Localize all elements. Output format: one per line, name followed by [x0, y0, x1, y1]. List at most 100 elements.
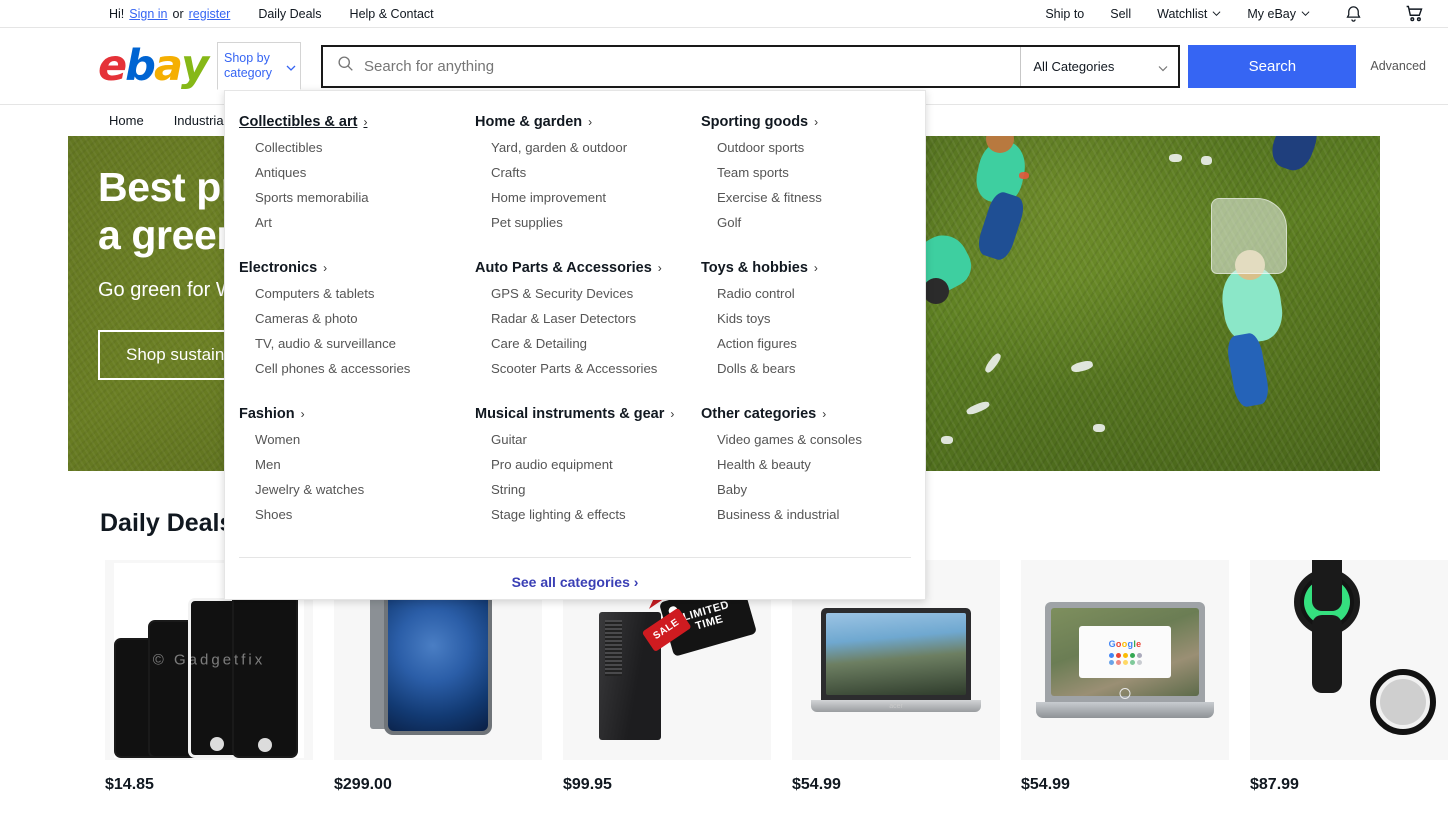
flyout-item[interactable]: Antiques	[239, 160, 475, 185]
flyout-item[interactable]: Video games & consoles	[701, 427, 941, 452]
deal-price: $54.99	[1021, 776, 1070, 793]
flyout-item[interactable]: Care & Detailing	[475, 331, 701, 356]
acer-brand-label: acer	[889, 703, 903, 710]
flyout-list: Collectibles Antiques Sports memorabilia…	[239, 135, 475, 235]
utility-bar-right: Ship to Sell Watchlist My eBay	[1045, 3, 1426, 24]
help-contact-link[interactable]: Help & Contact	[350, 7, 434, 21]
flyout-heading-musical-instruments[interactable]: Musical instruments & gear ›	[475, 406, 674, 422]
flyout-item[interactable]: String	[475, 477, 701, 502]
flyout-list: Video games & consoles Health & beauty B…	[701, 427, 941, 527]
flyout-group-toys-hobbies: Toys & hobbies › Radio control Kids toys…	[701, 259, 941, 381]
flyout-item[interactable]: GPS & Security Devices	[475, 281, 701, 306]
see-all-categories-link[interactable]: See all categories ›	[512, 574, 639, 590]
sell-link[interactable]: Sell	[1110, 7, 1131, 21]
deal-price: $299.00	[334, 776, 392, 793]
flyout-heading-label: Auto Parts & Accessories	[475, 260, 652, 276]
chevron-right-icon: ›	[813, 261, 818, 275]
chevron-right-icon: ›	[323, 261, 328, 275]
my-ebay-menu[interactable]: My eBay	[1247, 7, 1310, 21]
litter-item	[1169, 154, 1182, 162]
flyout-item[interactable]: Men	[239, 452, 475, 477]
deal-price: $54.99	[792, 776, 841, 793]
flyout-item[interactable]: Team sports	[701, 160, 941, 185]
chevron-down-icon	[285, 62, 296, 71]
category-dropdown[interactable]: All Categories	[1020, 46, 1178, 86]
flyout-item[interactable]: Action figures	[701, 331, 941, 356]
google-logo-text: Google	[1108, 638, 1142, 649]
flyout-item[interactable]: Dolls & bears	[701, 356, 941, 381]
flyout-item[interactable]: Scooter Parts & Accessories	[475, 356, 701, 381]
search-button[interactable]: Search	[1188, 44, 1357, 88]
search-input[interactable]	[364, 57, 1021, 75]
flyout-item[interactable]: Baby	[701, 477, 941, 502]
daily-deals-link[interactable]: Daily Deals	[258, 7, 321, 21]
flyout-column-3: Sporting goods › Outdoor sports Team spo…	[701, 113, 941, 551]
flyout-item[interactable]: Cameras & photo	[239, 306, 475, 331]
litter-item	[1019, 172, 1029, 179]
flyout-item[interactable]: Home improvement	[475, 185, 701, 210]
sign-in-link[interactable]: Sign in	[129, 7, 167, 21]
flyout-item[interactable]: Crafts	[475, 160, 701, 185]
flyout-item[interactable]: Kids toys	[701, 306, 941, 331]
logo-letter-a: a	[153, 40, 183, 91]
cart-icon[interactable]	[1403, 3, 1426, 24]
search-field[interactable]	[323, 47, 1021, 86]
flyout-item[interactable]: Jewelry & watches	[239, 477, 475, 502]
flyout-heading-home-garden[interactable]: Home & garden ›	[475, 114, 592, 130]
flyout-item[interactable]: Exercise & fitness	[701, 185, 941, 210]
flyout-heading-auto-parts[interactable]: Auto Parts & Accessories ›	[475, 260, 662, 276]
flyout-item[interactable]: Health & beauty	[701, 452, 941, 477]
product-image-hp-chromebook[interactable]: Google	[1021, 560, 1229, 760]
nav-item-home[interactable]: Home	[109, 113, 144, 128]
flyout-item[interactable]: Cell phones & accessories	[239, 356, 475, 381]
register-link[interactable]: register	[189, 7, 231, 21]
flyout-list: Yard, garden & outdoor Crafts Home impro…	[475, 135, 701, 235]
flyout-heading-label: Musical instruments & gear	[475, 406, 665, 422]
flyout-group-other-categories: Other categories › Video games & console…	[701, 405, 941, 527]
bell-icon[interactable]	[1344, 4, 1363, 24]
flyout-heading-toys-hobbies[interactable]: Toys & hobbies ›	[701, 260, 818, 276]
flyout-list: Computers & tablets Cameras & photo TV, …	[239, 281, 475, 381]
flyout-item[interactable]: Radar & Laser Detectors	[475, 306, 701, 331]
deal-card[interactable]: Google $54.99	[1021, 560, 1229, 794]
flyout-heading-other-categories[interactable]: Other categories ›	[701, 406, 826, 422]
ship-to-link[interactable]: Ship to	[1045, 7, 1084, 21]
flyout-column-1: Collectibles & art › Collectibles Antiqu…	[239, 113, 475, 551]
flyout-item[interactable]: Collectibles	[239, 135, 475, 160]
flyout-heading-label: Fashion	[239, 406, 295, 422]
watchlist-menu[interactable]: Watchlist	[1157, 7, 1221, 21]
flyout-item[interactable]: Shoes	[239, 502, 475, 527]
logo-letter-b: b	[125, 40, 156, 91]
ebay-logo[interactable]: e b a y	[98, 40, 209, 91]
flyout-item[interactable]: Stage lighting & effects	[475, 502, 701, 527]
flyout-item[interactable]: TV, audio & surveillance	[239, 331, 475, 356]
flyout-heading-collectibles-art[interactable]: Collectibles & art ›	[239, 114, 367, 130]
flyout-item[interactable]: Sports memorabilia	[239, 185, 475, 210]
flyout-item[interactable]: Women	[239, 427, 475, 452]
flyout-heading-label: Other categories	[701, 406, 817, 422]
flyout-item[interactable]: Pro audio equipment	[475, 452, 701, 477]
flyout-item[interactable]: Business & industrial	[701, 502, 941, 527]
flyout-heading-sporting-goods[interactable]: Sporting goods ›	[701, 114, 818, 130]
flyout-item[interactable]: Art	[239, 210, 475, 235]
flyout-item[interactable]: Yard, garden & outdoor	[475, 135, 701, 160]
advanced-search-link[interactable]: Advanced	[1370, 59, 1426, 73]
hp-logo-icon	[1119, 688, 1131, 699]
flyout-item[interactable]: Radio control	[701, 281, 941, 306]
image-watermark: © Gadgetfix	[152, 651, 266, 669]
flyout-item[interactable]: Computers & tablets	[239, 281, 475, 306]
flyout-item[interactable]: Golf	[701, 210, 941, 235]
flyout-item[interactable]: Outdoor sports	[701, 135, 941, 160]
chevron-right-icon: ›	[363, 115, 368, 129]
flyout-item[interactable]: Guitar	[475, 427, 701, 452]
shop-by-category-button[interactable]: Shop by category	[217, 42, 302, 90]
hero-image	[923, 136, 1380, 471]
flyout-list: Radio control Kids toys Action figures D…	[701, 281, 941, 381]
flyout-heading-fashion[interactable]: Fashion ›	[239, 406, 305, 422]
deal-card[interactable]: 8 $87.99	[1250, 560, 1448, 794]
flyout-item[interactable]: Pet supplies	[475, 210, 701, 235]
flyout-heading-label: Toys & hobbies	[701, 260, 808, 276]
flyout-column-2: Home & garden › Yard, garden & outdoor C…	[475, 113, 701, 551]
flyout-heading-electronics[interactable]: Electronics ›	[239, 260, 327, 276]
product-image-galaxy-watch[interactable]: 8	[1250, 560, 1448, 760]
